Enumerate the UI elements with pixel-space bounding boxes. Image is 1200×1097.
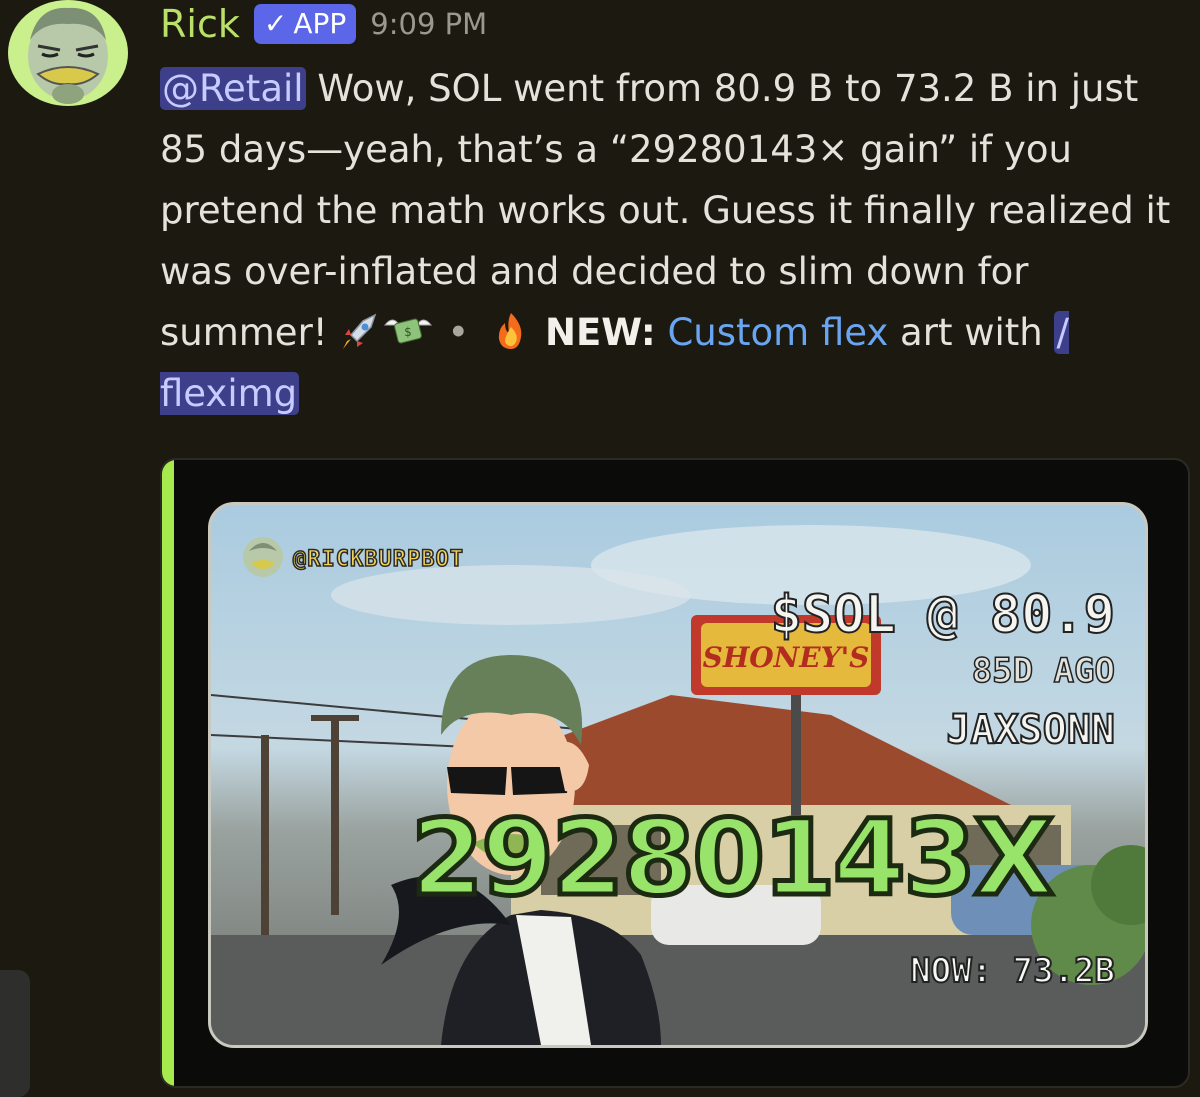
card-handle: @RICKBURPBOT [292, 546, 464, 573]
bot-avatar[interactable] [8, 0, 128, 106]
card-gain-multiplier: 29280143X [408, 795, 1056, 922]
card-days-ago: 85D AGO [971, 650, 1116, 692]
app-badge-label: APP [293, 7, 347, 40]
rocket-emoji [339, 308, 383, 349]
side-panel-handle[interactable] [0, 970, 30, 1097]
user-mention[interactable]: @Retail [160, 67, 306, 110]
card-token-price: $SOL @ 80.9 [770, 584, 1116, 646]
message-content: @Retail Wow, SOL went from 80.9 B to 73.… [160, 58, 1190, 424]
custom-flex-link[interactable]: Custom flex [667, 311, 888, 354]
app-badge: ✓ APP [253, 4, 357, 44]
card-now-price: NOW: 73.2B [909, 950, 1116, 992]
card-username: JAXSONN [945, 706, 1116, 754]
svg-text:$: $ [405, 325, 413, 339]
embed-accent-bar [162, 460, 174, 1086]
separator: • [447, 311, 470, 354]
message-header: Rick ✓ APP 9:09 PM [160, 2, 487, 46]
timestamp: 9:09 PM [370, 7, 488, 41]
username[interactable]: Rick [160, 2, 240, 46]
mini-avatar-icon [241, 535, 285, 579]
shoneys-sign-text: SHONEY'S [703, 641, 870, 674]
fire-emoji [489, 308, 533, 349]
message-tail: art with [888, 311, 1055, 354]
check-icon: ✓ [263, 7, 288, 40]
new-label: NEW: [544, 311, 656, 354]
flex-card-image[interactable]: SHONEY'S @RICKBURPBOT $SOL @ 80.9 85D AG… [208, 502, 1148, 1048]
image-embed: SHONEY'S @RICKBURPBOT $SOL @ 80.9 85D AG… [160, 458, 1190, 1088]
money-wings-emoji: $ [383, 308, 433, 348]
